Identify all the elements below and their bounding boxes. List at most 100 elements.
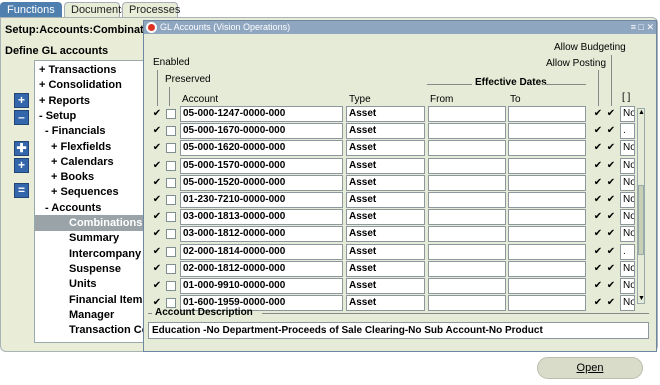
effective-from-field[interactable] — [428, 123, 506, 139]
preserved-checkbox[interactable] — [166, 126, 176, 136]
flag-field[interactable]: . — [620, 123, 635, 139]
tree-item[interactable]: Summary — [35, 230, 153, 246]
expand-branch-icon[interactable]: + — [14, 93, 29, 108]
tab-processes[interactable]: Processes — [122, 2, 180, 18]
allow-posting-checkbox[interactable]: ✔ — [593, 126, 603, 136]
expand-all-plus-icon[interactable]: + — [14, 158, 29, 173]
effective-from-field[interactable] — [428, 209, 506, 225]
enabled-checkbox[interactable]: ✔ — [152, 212, 162, 222]
effective-to-field[interactable] — [508, 175, 586, 191]
account-combination-field[interactable]: 03-000-1812-0000-000 — [180, 226, 343, 242]
window-title-bar[interactable]: GL Accounts (Vision Operations) ≡ □ ✕ — [144, 21, 656, 34]
preserved-checkbox[interactable] — [166, 247, 176, 257]
effective-to-field[interactable] — [508, 140, 586, 156]
enabled-checkbox[interactable]: ✔ — [152, 281, 162, 291]
flag-field[interactable]: . — [620, 244, 635, 260]
account-combination-field[interactable]: 05-000-1570-0000-000 — [180, 158, 343, 174]
flag-field[interactable]: No — [620, 209, 635, 225]
tree-item[interactable]: Transaction Code — [35, 322, 153, 338]
allow-budgeting-checkbox[interactable]: ✔ — [606, 109, 616, 119]
tree-item[interactable]: Units — [35, 276, 153, 292]
effective-from-field[interactable] — [428, 278, 506, 294]
account-type-field[interactable]: Asset — [346, 295, 425, 311]
enabled-checkbox[interactable]: ✔ — [152, 143, 162, 153]
effective-from-field[interactable] — [428, 158, 506, 174]
scroll-thumb[interactable] — [638, 185, 644, 255]
account-type-field[interactable]: Asset — [346, 123, 425, 139]
account-type-field[interactable]: Asset — [346, 278, 425, 294]
effective-from-field[interactable] — [428, 295, 506, 311]
collapse-all-icon[interactable]: = — [14, 183, 29, 198]
flag-field[interactable]: No — [620, 140, 635, 156]
flag-field[interactable]: No — [620, 295, 635, 311]
preserved-checkbox[interactable] — [166, 178, 176, 188]
effective-from-field[interactable] — [428, 140, 506, 156]
flag-field[interactable]: No — [620, 106, 635, 122]
allow-posting-checkbox[interactable]: ✔ — [593, 264, 603, 274]
open-button[interactable]: Open — [537, 357, 643, 379]
account-type-field[interactable]: Asset — [346, 261, 425, 277]
account-type-field[interactable]: Asset — [346, 140, 425, 156]
enabled-checkbox[interactable]: ✔ — [152, 126, 162, 136]
tree-item[interactable]: Manager — [35, 307, 153, 323]
account-combination-field[interactable]: 02-000-1814-0000-000 — [180, 244, 343, 260]
effective-to-field[interactable] — [508, 123, 586, 139]
tree-item[interactable]: + Transactions — [35, 62, 153, 78]
flag-field[interactable]: No — [620, 261, 635, 277]
allow-posting-checkbox[interactable]: ✔ — [593, 195, 603, 205]
allow-budgeting-checkbox[interactable]: ✔ — [606, 178, 616, 188]
effective-to-field[interactable] — [508, 209, 586, 225]
effective-to-field[interactable] — [508, 192, 586, 208]
allow-posting-checkbox[interactable]: ✔ — [593, 281, 603, 291]
preserved-checkbox[interactable] — [166, 195, 176, 205]
scroll-up-icon[interactable]: ▲ — [638, 109, 645, 117]
window-controls-icon[interactable]: ≡ □ ✕ — [631, 21, 654, 34]
allow-posting-checkbox[interactable]: ✔ — [593, 229, 603, 239]
preserved-checkbox[interactable] — [166, 229, 176, 239]
account-type-field[interactable]: Asset — [346, 192, 425, 208]
flag-field[interactable]: No — [620, 226, 635, 242]
account-combination-field[interactable]: 01-000-9910-0000-000 — [180, 278, 343, 294]
account-description-field[interactable]: Education -No Department-Proceeds of Sal… — [148, 322, 649, 339]
preserved-checkbox[interactable] — [166, 161, 176, 171]
tree-item[interactable]: Suspense — [35, 261, 153, 277]
enabled-checkbox[interactable]: ✔ — [152, 178, 162, 188]
tree-item[interactable]: + Consolidation — [35, 77, 153, 93]
flag-field[interactable]: No — [620, 175, 635, 191]
account-type-field[interactable]: Asset — [346, 158, 425, 174]
account-type-field[interactable]: Asset — [346, 226, 425, 242]
account-type-field[interactable]: Asset — [346, 244, 425, 260]
preserved-checkbox[interactable] — [166, 281, 176, 291]
account-type-field[interactable]: Asset — [346, 175, 425, 191]
allow-posting-checkbox[interactable]: ✔ — [593, 143, 603, 153]
tree-item[interactable]: Intercompany — [35, 246, 153, 262]
tree-item[interactable]: - Financials — [35, 123, 153, 139]
allow-budgeting-checkbox[interactable]: ✔ — [606, 264, 616, 274]
tree-item[interactable]: + Sequences — [35, 184, 153, 200]
tree-item[interactable]: Combinations — [35, 215, 153, 231]
preserved-checkbox[interactable] — [166, 264, 176, 274]
effective-from-field[interactable] — [428, 175, 506, 191]
effective-from-field[interactable] — [428, 192, 506, 208]
allow-budgeting-checkbox[interactable]: ✔ — [606, 195, 616, 205]
account-combination-field[interactable]: 05-000-1247-0000-000 — [180, 106, 343, 122]
allow-budgeting-checkbox[interactable]: ✔ — [606, 229, 616, 239]
allow-posting-checkbox[interactable]: ✔ — [593, 212, 603, 222]
enabled-checkbox[interactable]: ✔ — [152, 247, 162, 257]
flag-field[interactable]: No — [620, 158, 635, 174]
tree-item[interactable]: Financial Items — [35, 292, 153, 308]
preserved-checkbox[interactable] — [166, 212, 176, 222]
allow-posting-checkbox[interactable]: ✔ — [593, 109, 603, 119]
account-combination-field[interactable]: 05-000-1620-0000-000 — [180, 140, 343, 156]
enabled-checkbox[interactable]: ✔ — [152, 264, 162, 274]
enabled-checkbox[interactable]: ✔ — [152, 161, 162, 171]
enabled-checkbox[interactable]: ✔ — [152, 229, 162, 239]
allow-budgeting-checkbox[interactable]: ✔ — [606, 281, 616, 291]
account-type-field[interactable]: Asset — [346, 106, 425, 122]
tab-documents[interactable]: Documents — [64, 2, 127, 18]
tree-item[interactable]: + Flexfields — [35, 139, 153, 155]
allow-budgeting-checkbox[interactable]: ✔ — [606, 247, 616, 257]
account-combination-field[interactable]: 01-230-7210-0000-000 — [180, 192, 343, 208]
effective-to-field[interactable] — [508, 295, 586, 311]
preserved-checkbox[interactable] — [166, 109, 176, 119]
